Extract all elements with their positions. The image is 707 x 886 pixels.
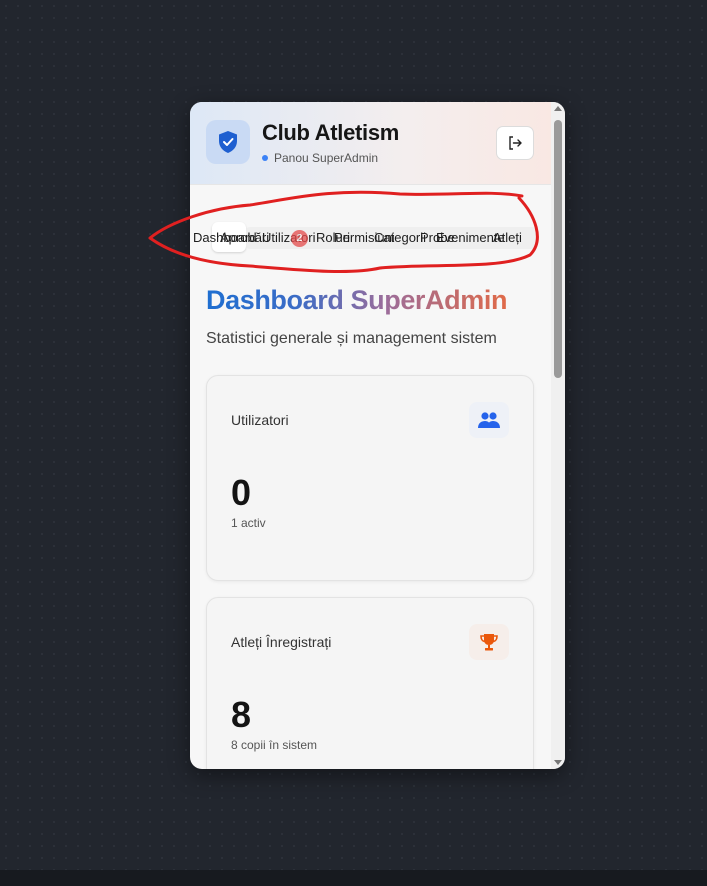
users-stat-card: Utilizatori 0 1 activ [206,375,534,581]
card-value: 0 [231,472,252,513]
approvals-badge: 2 [291,230,308,247]
card-label: Atleți Înregistrați [231,634,332,650]
trophy-icon [469,624,509,660]
card-note: 8 copii în sistem [231,738,318,752]
scroll-up-arrow-icon[interactable] [554,106,562,111]
users-icon [469,402,509,438]
logout-icon [509,136,522,150]
app-header: Club Atletism Panou SuperAdmin [190,102,551,185]
scroll-down-arrow-icon[interactable] [554,760,562,765]
card-value: 8 [231,694,252,735]
logout-button[interactable] [496,126,534,160]
scroll-content[interactable]: Club Atletism Panou SuperAdmin Dashboard… [190,102,551,769]
app-window: Club Atletism Panou SuperAdmin Dashboard… [190,102,565,769]
card-note: 1 activ [231,516,266,530]
app-subtitle-text: Panou SuperAdmin [274,151,379,165]
card-label: Utilizatori [231,412,289,428]
scrollbar[interactable] [551,102,565,769]
page-subtitle: Statistici generale și management sistem [206,330,497,347]
bottom-bar [0,870,707,886]
tab-categorii[interactable]: Categorii [374,230,426,246]
app-title: Club Atletism [262,120,400,145]
app-subtitle: Panou SuperAdmin [262,151,378,165]
athletes-stat-card: Atleți Înregistrați 8 8 copii în sistem [206,597,534,769]
scrollbar-thumb[interactable] [554,120,562,378]
page-title: Dashboard SuperAdmin [206,285,508,315]
tab-atleti[interactable]: Atleți [493,230,522,246]
status-dot [262,155,268,161]
shield-check-icon [206,120,250,164]
nav-tabs: Dashboard Aprobări Utilizatori 2 Roluri … [190,214,551,252]
